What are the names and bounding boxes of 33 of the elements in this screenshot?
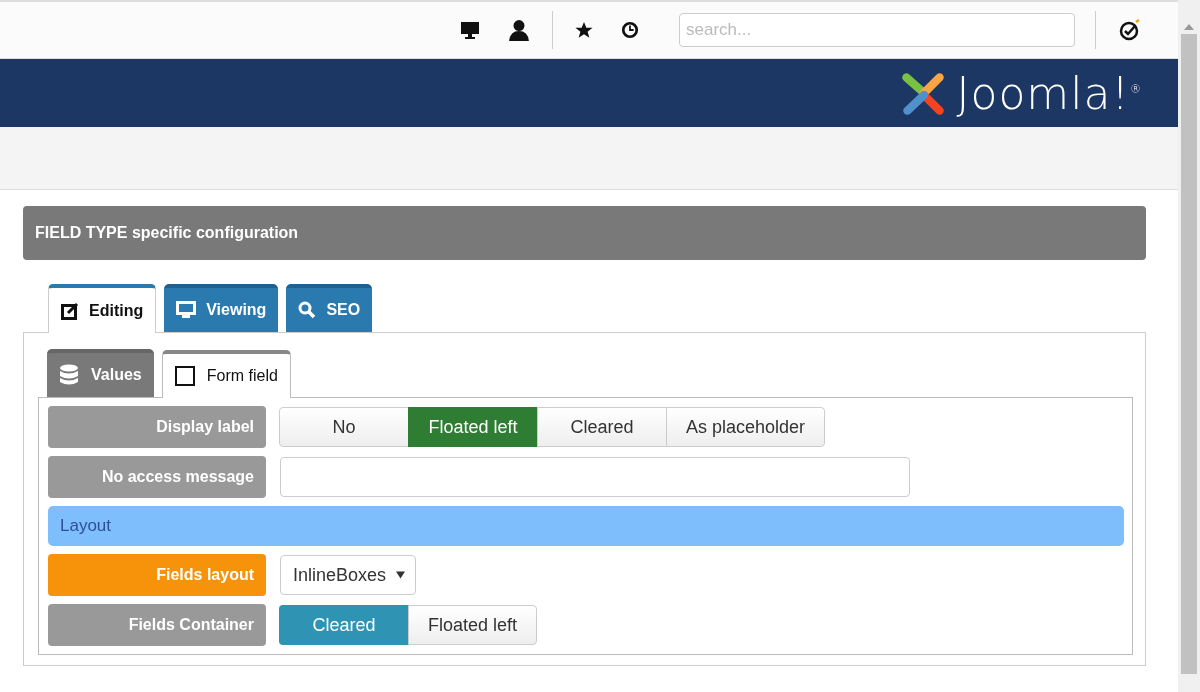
star-icon[interactable]: [575, 21, 593, 39]
scrollbar[interactable]: [1178, 0, 1200, 692]
field-label: Fields Container: [48, 604, 266, 646]
clock-icon[interactable]: [621, 21, 639, 39]
database-icon: [59, 364, 79, 386]
tab[interactable]: SEO: [286, 284, 373, 332]
field-label: No access message: [48, 456, 266, 498]
tab[interactable]: Values: [47, 349, 154, 397]
text-field[interactable]: [280, 457, 910, 497]
search-field[interactable]: search...: [679, 13, 1075, 47]
logo-text: Joomla!$^{®}$: [956, 67, 1142, 119]
scrollbar-thumb[interactable]: [1181, 34, 1197, 674]
user-icon[interactable]: [508, 19, 530, 41]
edit-icon: [61, 301, 79, 320]
option-button[interactable]: Floated left: [408, 407, 538, 447]
field-label: Display label: [48, 406, 266, 448]
tab[interactable]: Form field: [161, 350, 291, 398]
monitor-icon[interactable]: [460, 21, 480, 39]
checkbox-icon: [174, 366, 195, 386]
tab[interactable]: Editing: [48, 284, 157, 333]
caret-icon: [396, 571, 406, 579]
checkmark-circle-icon[interactable]: [1118, 18, 1142, 42]
monitor-icon: [176, 301, 197, 319]
section-header: Layout: [48, 506, 1124, 546]
field-label: Fields layout: [48, 554, 266, 596]
option-button[interactable]: Floated left: [408, 605, 538, 645]
option-button[interactable]: As placeholder: [666, 407, 826, 447]
option-button[interactable]: Cleared: [537, 407, 667, 447]
select-dropdown[interactable]: InlineBoxes: [280, 555, 417, 595]
option-button[interactable]: No: [279, 407, 409, 447]
tab[interactable]: Viewing: [164, 284, 279, 332]
search-icon: [298, 301, 317, 319]
panel-title: FIELD TYPE specific configuration: [23, 206, 1146, 260]
